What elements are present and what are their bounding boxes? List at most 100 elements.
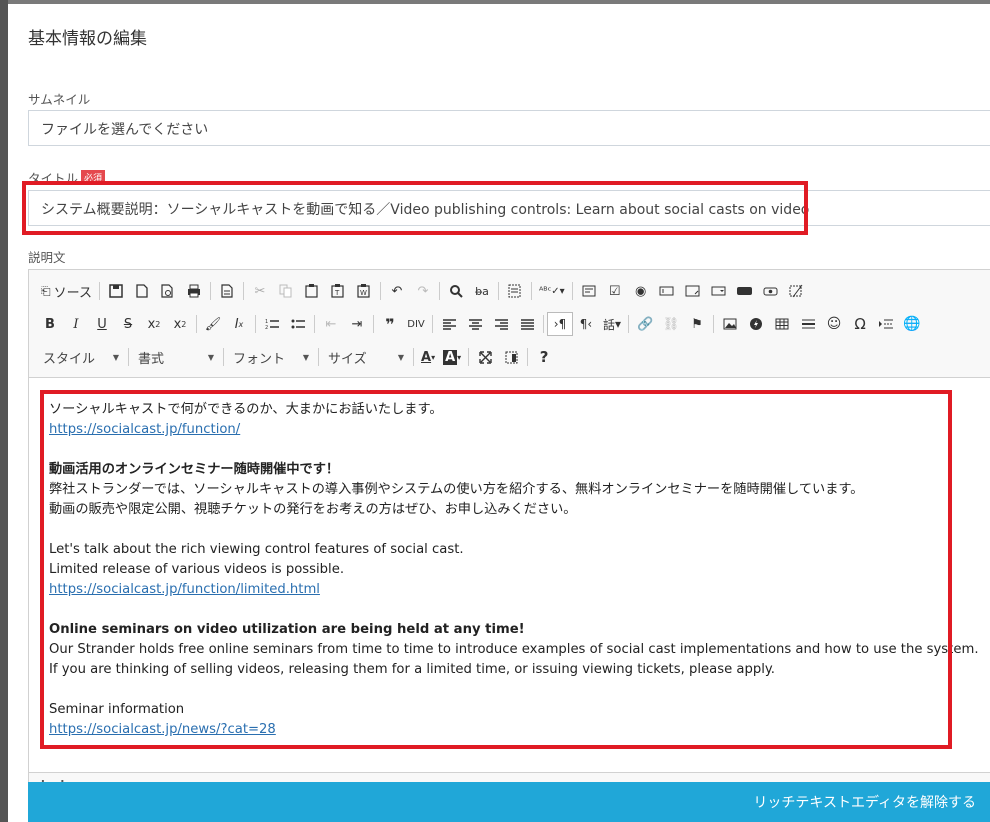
print-icon[interactable]	[181, 279, 207, 303]
chevron-down-icon: ▼	[397, 352, 404, 362]
format-dropdown-label: 書式	[138, 351, 165, 367]
separator	[209, 282, 211, 300]
svg-text:T: T	[334, 289, 340, 297]
separator	[713, 315, 715, 333]
anchor-flag-icon[interactable]: ⚑	[684, 312, 710, 336]
italic-icon[interactable]: I	[63, 312, 89, 336]
separator	[318, 348, 319, 366]
form-icon[interactable]	[576, 279, 602, 303]
title-highlight-box	[22, 181, 808, 235]
save-icon[interactable]	[103, 279, 129, 303]
underline-icon[interactable]: U	[89, 312, 115, 336]
chevron-down-icon: ▼	[207, 352, 214, 362]
source-button[interactable]: ⎗ ソース	[37, 279, 96, 303]
text-color-icon[interactable]: A ▾	[417, 345, 439, 369]
source-label: ソース	[53, 285, 92, 301]
separator	[438, 282, 440, 300]
language-icon[interactable]: 話 ▾	[599, 312, 625, 336]
separator	[497, 282, 499, 300]
horizontal-rule-icon[interactable]	[795, 312, 821, 336]
smiley-icon[interactable]: ☺	[821, 312, 847, 336]
style-dropdown[interactable]: スタイル ▼	[37, 346, 125, 368]
align-left-icon[interactable]	[436, 312, 462, 336]
font-dropdown-label: フォント	[233, 351, 286, 367]
size-dropdown[interactable]: サイズ ▼	[322, 346, 410, 368]
hidden-field-icon[interactable]	[784, 279, 810, 303]
checkbox-icon[interactable]: ☑	[602, 279, 628, 303]
justify-icon[interactable]	[514, 312, 540, 336]
separator	[543, 315, 544, 333]
preview-icon[interactable]	[155, 279, 181, 303]
button-field-icon[interactable]	[732, 279, 758, 303]
font-dropdown[interactable]: フォント ▼	[227, 346, 315, 368]
flash-icon[interactable]	[743, 312, 769, 336]
image-icon[interactable]	[717, 312, 743, 336]
source-icon: ⎗	[41, 283, 51, 298]
separator	[373, 315, 374, 333]
bg-color-icon[interactable]: A ▾	[439, 345, 465, 369]
text-direction-rtl-icon[interactable]: ¶‹	[573, 312, 599, 336]
replace-icon[interactable]: b̶a	[469, 279, 495, 303]
blockquote-icon[interactable]: ❞	[377, 312, 403, 336]
superscript-icon[interactable]: x2	[167, 312, 193, 336]
cut-icon[interactable]: ✂	[247, 279, 273, 303]
textfield-icon[interactable]	[654, 279, 680, 303]
align-center-icon[interactable]	[462, 312, 488, 336]
image-button-icon[interactable]	[758, 279, 784, 303]
numbered-list-icon[interactable]: 12	[259, 312, 285, 336]
table-icon[interactable]	[769, 312, 795, 336]
separator	[413, 348, 414, 366]
paste-icon[interactable]	[299, 279, 325, 303]
redo-icon[interactable]: ↷	[410, 279, 436, 303]
undo-icon[interactable]: ↶	[384, 279, 410, 303]
special-char-icon[interactable]: Ω	[847, 312, 873, 336]
chevron-down-icon: ▼	[112, 352, 119, 362]
select-all-icon[interactable]	[502, 279, 528, 303]
strikethrough-icon[interactable]: S	[115, 312, 141, 336]
text-direction-ltr-icon[interactable]: ›¶	[547, 312, 573, 336]
align-right-icon[interactable]	[488, 312, 514, 336]
chevron-down-icon: ▼	[302, 352, 309, 362]
paste-word-icon[interactable]: W	[351, 279, 377, 303]
toolbar-row-3: スタイル ▼ 書式 ▼ フォント ▼ サイズ ▼ A ▾ A ▾ ?	[37, 344, 557, 370]
toolbar-row-2: B I U S x2 x2 🖌 Ix 12 ⇤ ⇥ ❞ DIV ›¶ ¶‹ 話 …	[37, 311, 925, 337]
disable-rich-text-button[interactable]: リッチテキストエディタを解除する	[28, 782, 990, 822]
remove-format-icon[interactable]: Ix	[226, 312, 252, 336]
thumbnail-label: サムネイル	[28, 92, 91, 107]
spellcheck-icon[interactable]: ᴬᴮᶜ✓▾	[535, 279, 569, 303]
copy-format-icon[interactable]: 🖌	[200, 312, 226, 336]
new-page-icon[interactable]	[129, 279, 155, 303]
copy-icon[interactable]	[273, 279, 299, 303]
div-container-icon[interactable]: DIV	[403, 312, 429, 336]
svg-text:2: 2	[265, 325, 268, 330]
radio-icon[interactable]: ◉	[628, 279, 654, 303]
bold-icon[interactable]: B	[37, 312, 63, 336]
bulleted-list-icon[interactable]	[285, 312, 311, 336]
link-icon[interactable]: 🔗	[632, 312, 658, 336]
select-field-icon[interactable]	[706, 279, 732, 303]
unlink-icon[interactable]: ⛓	[658, 312, 684, 336]
help-icon[interactable]: ?	[531, 345, 557, 369]
separator	[314, 315, 315, 333]
textarea-icon[interactable]	[680, 279, 706, 303]
paste-text-icon[interactable]: T	[325, 279, 351, 303]
separator	[468, 348, 470, 366]
separator	[223, 348, 224, 366]
separator	[255, 315, 256, 333]
modal-backdrop	[0, 0, 8, 822]
find-icon[interactable]	[443, 279, 469, 303]
separator	[571, 282, 573, 300]
thumbnail-file-input[interactable]: ファイルを選んでください	[28, 110, 990, 146]
decrease-indent-icon[interactable]: ⇤	[318, 312, 344, 336]
format-dropdown[interactable]: 書式 ▼	[132, 346, 220, 368]
page-break-icon[interactable]	[873, 312, 899, 336]
subscript-icon[interactable]: x2	[141, 312, 167, 336]
iframe-globe-icon[interactable]: 🌐	[899, 312, 925, 336]
templates-icon[interactable]	[214, 279, 240, 303]
content-highlight-box	[40, 390, 952, 749]
increase-indent-icon[interactable]: ⇥	[344, 312, 370, 336]
maximize-icon[interactable]	[472, 345, 498, 369]
separator	[128, 348, 129, 366]
show-blocks-icon[interactable]	[498, 345, 524, 369]
edit-basic-info-modal: 基本情報の編集 サムネイル ファイルを選んでください タイトル 必須 システム概要…	[8, 4, 990, 822]
